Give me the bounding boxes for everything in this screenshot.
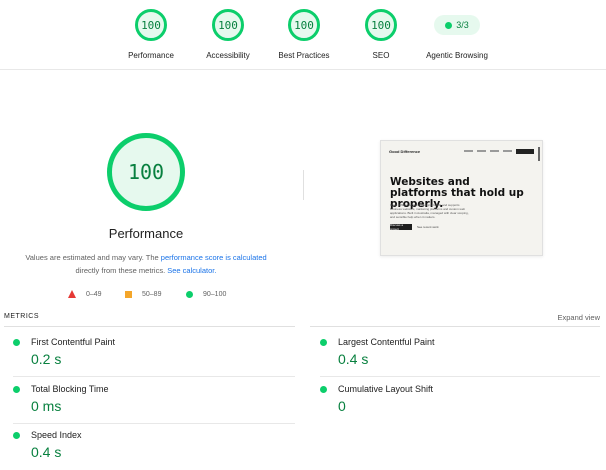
pass-circle-icon <box>186 290 193 298</box>
legend-fail-label: 0–49 <box>86 290 102 298</box>
fail-triangle-icon <box>68 290 76 298</box>
pass-dot-icon <box>13 339 20 346</box>
nav-link-placeholder <box>464 150 473 152</box>
metric-name: Largest Contentful Paint <box>338 337 435 347</box>
metric-value: 0.4 s <box>338 351 369 367</box>
metrics-divider-right <box>310 326 600 327</box>
final-screenshot-thumbnail[interactable]: Good Difference Websites and platforms t… <box>380 140 543 256</box>
metrics-header: METRICS <box>4 313 39 320</box>
gauge-best-practices[interactable]: 100 Best Practices <box>264 9 344 64</box>
divider <box>303 170 304 200</box>
pass-dot-icon <box>13 386 20 393</box>
gauge-performance-label: Performance <box>128 51 174 60</box>
gauge-seo-score: 100 <box>365 9 397 41</box>
legend-average-label: 50–89 <box>142 290 162 298</box>
performance-title: Performance <box>108 226 184 241</box>
screenshot-scrollbar <box>538 147 540 161</box>
nav-link-placeholder <box>477 150 486 152</box>
screenshot-body-text: Good Difference plans, designs, builds a… <box>390 203 469 219</box>
score-summary-bar: 100 Performance 100 Accessibility 100 Be… <box>0 0 606 70</box>
metric-row-divider <box>320 376 600 377</box>
gauge-accessibility-score: 100 <box>212 9 244 41</box>
pass-dot-icon <box>445 21 453 29</box>
metric-row-divider <box>13 376 295 377</box>
expand-view-toggle[interactable]: Expand view <box>557 313 600 322</box>
performance-gauge: 100 <box>107 133 185 211</box>
screenshot-nav: Good Difference <box>389 148 534 154</box>
legend-fail: 0–49 <box>68 288 102 300</box>
gauge-accessibility-label: Accessibility <box>206 51 250 60</box>
performance-description: Values are estimated and may vary. The p… <box>18 251 274 277</box>
pass-dot-icon <box>320 386 327 393</box>
screenshot-nav-links <box>464 148 534 154</box>
screenshot-secondary-link: See recent work <box>417 225 439 229</box>
metric-row-divider <box>13 423 295 424</box>
agentic-browsing-value: 3/3 <box>456 20 469 30</box>
metric-name: Cumulative Layout Shift <box>338 384 434 394</box>
legend-pass-label: 90–100 <box>203 290 227 298</box>
performance-score-link[interactable]: performance score is calculated <box>161 253 267 262</box>
gauge-best-practices-label: Best Practices <box>278 51 330 60</box>
nav-cta-placeholder <box>516 148 534 154</box>
metric-name: Total Blocking Time <box>31 384 109 394</box>
metrics-divider-left <box>4 326 295 327</box>
nav-link-placeholder <box>490 150 499 152</box>
screenshot-logo: Good Difference <box>389 148 421 154</box>
gauge-performance[interactable]: 100 Performance <box>111 9 191 64</box>
gauge-best-practices-score: 100 <box>288 9 320 41</box>
legend-pass: 90–100 <box>186 288 226 300</box>
metric-name: First Contentful Paint <box>31 337 116 347</box>
gauge-performance-score: 100 <box>135 9 167 41</box>
desc-text-1: Values are estimated and may vary. The <box>25 253 161 262</box>
metric-value: 0 ms <box>31 398 62 414</box>
desc-text-2: directly from these metrics. <box>75 266 168 275</box>
see-calculator-link[interactable]: See calculator. <box>167 266 216 275</box>
gauge-agentic-browsing-label: Agentic Browsing <box>426 51 488 60</box>
metric-name: Speed Index <box>31 430 82 440</box>
gauge-seo-label: SEO <box>372 51 390 60</box>
metric-value: 0.2 s <box>31 351 62 367</box>
metric-value: 0.4 s <box>31 444 62 460</box>
pass-dot-icon <box>320 339 327 346</box>
gauge-accessibility[interactable]: 100 Accessibility <box>188 9 268 64</box>
legend-average: 50–89 <box>125 288 161 300</box>
metric-value: 0 <box>338 398 346 414</box>
agentic-browsing-badge: 3/3 <box>434 15 480 35</box>
gauge-agentic-browsing[interactable]: 3/3 Agentic Browsing <box>417 9 497 64</box>
pass-dot-icon <box>13 432 20 439</box>
nav-link-placeholder <box>503 150 512 152</box>
gauge-seo[interactable]: 100 SEO <box>341 9 421 64</box>
average-square-icon <box>125 290 132 298</box>
screenshot-primary-button: Discuss a project <box>390 223 412 231</box>
